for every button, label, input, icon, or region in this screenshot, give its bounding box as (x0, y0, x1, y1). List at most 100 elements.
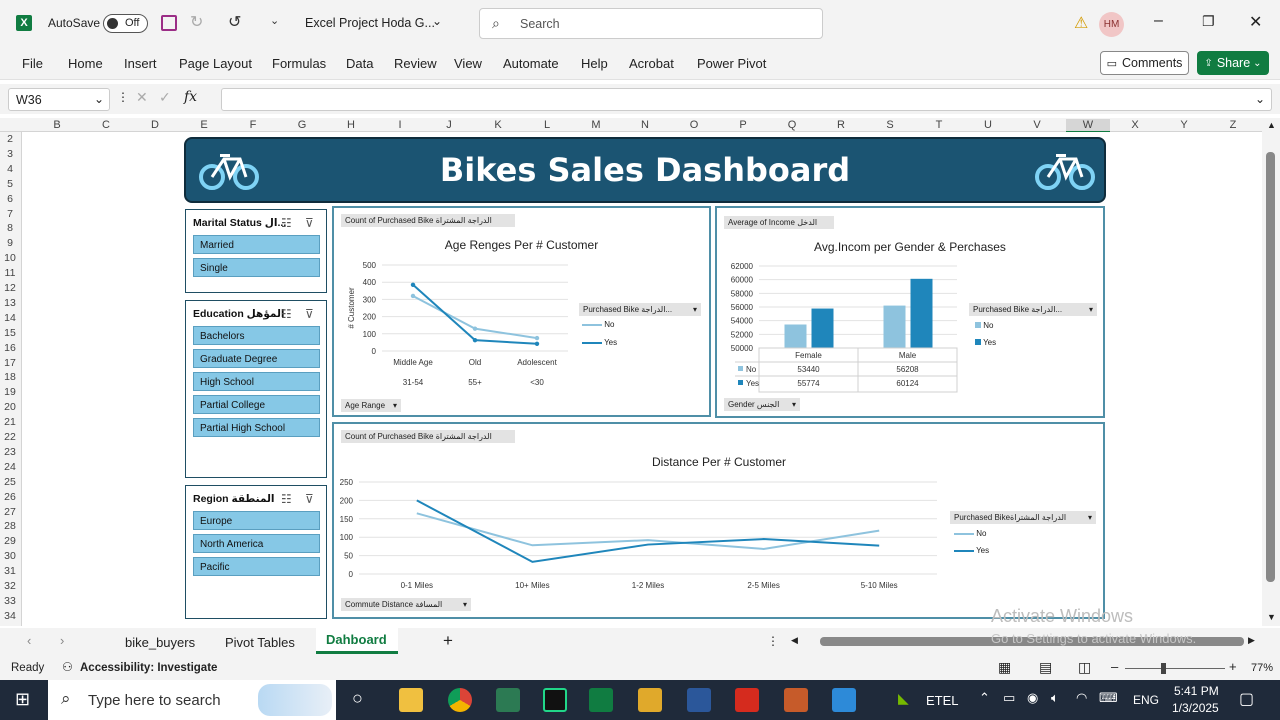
column-header[interactable]: C (96, 119, 116, 131)
slicer-item[interactable]: North America (193, 534, 320, 553)
normal-view-icon[interactable]: ▦ (998, 659, 1011, 676)
column-header[interactable]: O (684, 119, 704, 131)
legend-field-button[interactable]: Purchased Bike الدراجة... ▾ (969, 303, 1097, 316)
row-header[interactable]: 10 (0, 252, 20, 264)
row-header[interactable]: 16 (0, 342, 20, 354)
row-header[interactable]: 4 (0, 163, 20, 175)
row-header[interactable]: 11 (0, 267, 20, 279)
sheet-tab-pivot-tables[interactable]: Pivot Tables (225, 635, 295, 650)
more-icon[interactable]: ⋮ (117, 90, 129, 104)
tab-view[interactable]: View (454, 56, 482, 71)
row-header[interactable]: 18 (0, 371, 20, 383)
column-header[interactable]: E (194, 119, 214, 131)
row-header[interactable]: 26 (0, 491, 20, 503)
accessibility-icon[interactable]: ⚇ (62, 660, 73, 674)
clock-time[interactable]: 5:41 PM (1174, 684, 1219, 698)
row-header[interactable]: 3 (0, 148, 20, 160)
tab-data[interactable]: Data (346, 56, 373, 71)
notifications-icon[interactable]: ▢ (1239, 689, 1254, 709)
show-hidden-icons-icon[interactable]: ⌃ (979, 690, 990, 706)
tab-acrobat[interactable]: Acrobat (629, 56, 674, 71)
task-view-icon[interactable]: ○ (352, 688, 363, 709)
language-indicator[interactable]: ENG (1133, 693, 1159, 707)
customize-toolbar-icon[interactable]: ⌄ (270, 14, 279, 27)
axis-field-button[interactable]: Age Range ▾ (341, 399, 401, 412)
column-header[interactable]: I (390, 119, 410, 131)
avatar[interactable]: HM (1099, 12, 1124, 37)
row-header[interactable]: 5 (0, 178, 20, 190)
close-icon[interactable]: ✕ (1249, 12, 1262, 32)
autosave-toggle[interactable]: Off (103, 14, 148, 33)
slicer-item[interactable]: Partial College (193, 395, 320, 414)
row-header[interactable]: 22 (0, 431, 20, 443)
multi-select-icon[interactable]: ☷ (281, 492, 292, 506)
taskbar-search[interactable]: ⌕ Type here to search (48, 680, 336, 720)
scroll-thumb[interactable] (1266, 152, 1275, 582)
warning-icon[interactable]: ⚠ (1074, 13, 1088, 33)
zoom-out-icon[interactable]: – (1111, 659, 1118, 674)
column-header[interactable]: J (439, 119, 459, 131)
row-header[interactable]: 19 (0, 386, 20, 398)
tab-formulas[interactable]: Formulas (272, 56, 326, 71)
slicer-item[interactable]: Single (193, 258, 320, 277)
column-header[interactable]: X (1125, 119, 1145, 131)
column-header[interactable]: F (243, 119, 263, 131)
column-header[interactable]: B (47, 119, 67, 131)
prev-sheet-icon[interactable]: ‹ (27, 633, 31, 648)
row-header[interactable]: 27 (0, 506, 20, 518)
column-header[interactable]: Z (1223, 119, 1243, 131)
row-header[interactable]: 30 (0, 550, 20, 562)
row-header[interactable]: 23 (0, 446, 20, 458)
clear-filter-icon[interactable]: ⊽ (305, 307, 314, 321)
row-header[interactable]: 34 (0, 610, 20, 622)
column-header[interactable]: P (733, 119, 753, 131)
row-header[interactable]: 32 (0, 580, 20, 592)
tab-page-layout[interactable]: Page Layout (179, 56, 252, 71)
scroll-down-icon[interactable]: ▼ (1267, 612, 1276, 622)
insert-function-icon[interactable]: fx (184, 89, 197, 105)
wifi-icon[interactable]: ◠ (1076, 690, 1087, 706)
row-header[interactable]: 15 (0, 327, 20, 339)
acrobat-icon[interactable] (735, 688, 759, 712)
page-break-view-icon[interactable]: ◫ (1078, 659, 1091, 676)
distance-chart-panel[interactable]: Count of Purchased Bike الدراجة المشتراة… (332, 422, 1105, 619)
slicer-item[interactable]: Partial High School (193, 418, 320, 437)
add-sheet-icon[interactable]: + (443, 631, 453, 651)
comments-button[interactable]: ▭ Comments (1100, 51, 1189, 75)
slicer-item[interactable]: Bachelors (193, 326, 320, 345)
windows-start-icon[interactable]: ⊞ (15, 689, 30, 710)
volume-icon[interactable]: 🔈︎ (1051, 690, 1059, 706)
legend-field-button[interactable]: Purchased Bikeالدراجة المشتراة ▾ (950, 511, 1096, 524)
undo-icon[interactable]: ↺ (228, 12, 241, 32)
row-header[interactable]: 9 (0, 237, 20, 249)
column-header[interactable]: D (145, 119, 165, 131)
tab-power-pivot[interactable]: Power Pivot (697, 56, 766, 71)
nvidia-icon[interactable]: ◣ (898, 690, 909, 707)
tab-home[interactable]: Home (68, 56, 103, 71)
keyboard-icon[interactable]: ⌨ (1099, 690, 1118, 706)
slicer-item[interactable]: Married (193, 235, 320, 254)
clock-date[interactable]: 1/3/2025 (1172, 701, 1219, 715)
row-header[interactable]: 31 (0, 565, 20, 577)
tab-file[interactable]: File (22, 56, 43, 71)
multi-select-icon[interactable]: ☷ (281, 307, 292, 321)
accessibility-status[interactable]: Accessibility: Investigate (80, 662, 217, 674)
save-icon[interactable] (161, 15, 177, 31)
slicer-item[interactable]: High School (193, 372, 320, 391)
row-header[interactable]: 6 (0, 193, 20, 205)
zoom-level[interactable]: 77% (1251, 662, 1273, 674)
row-header[interactable]: 28 (0, 520, 20, 532)
multi-select-icon[interactable]: ☷ (281, 216, 292, 230)
slicer-item[interactable]: Pacific (193, 557, 320, 576)
column-header[interactable]: Q (782, 119, 802, 131)
maximize-icon[interactable]: ❐ (1202, 13, 1215, 30)
library-icon[interactable] (784, 688, 808, 712)
column-header[interactable]: R (831, 119, 851, 131)
app-icon[interactable] (496, 688, 520, 712)
row-header[interactable]: 17 (0, 357, 20, 369)
zoom-slider-thumb[interactable] (1161, 663, 1166, 674)
next-sheet-icon[interactable]: › (60, 633, 64, 648)
zoom-slider[interactable] (1125, 663, 1225, 674)
excel-icon[interactable] (589, 688, 613, 712)
scroll-left-icon[interactable]: ◀ (791, 635, 798, 646)
